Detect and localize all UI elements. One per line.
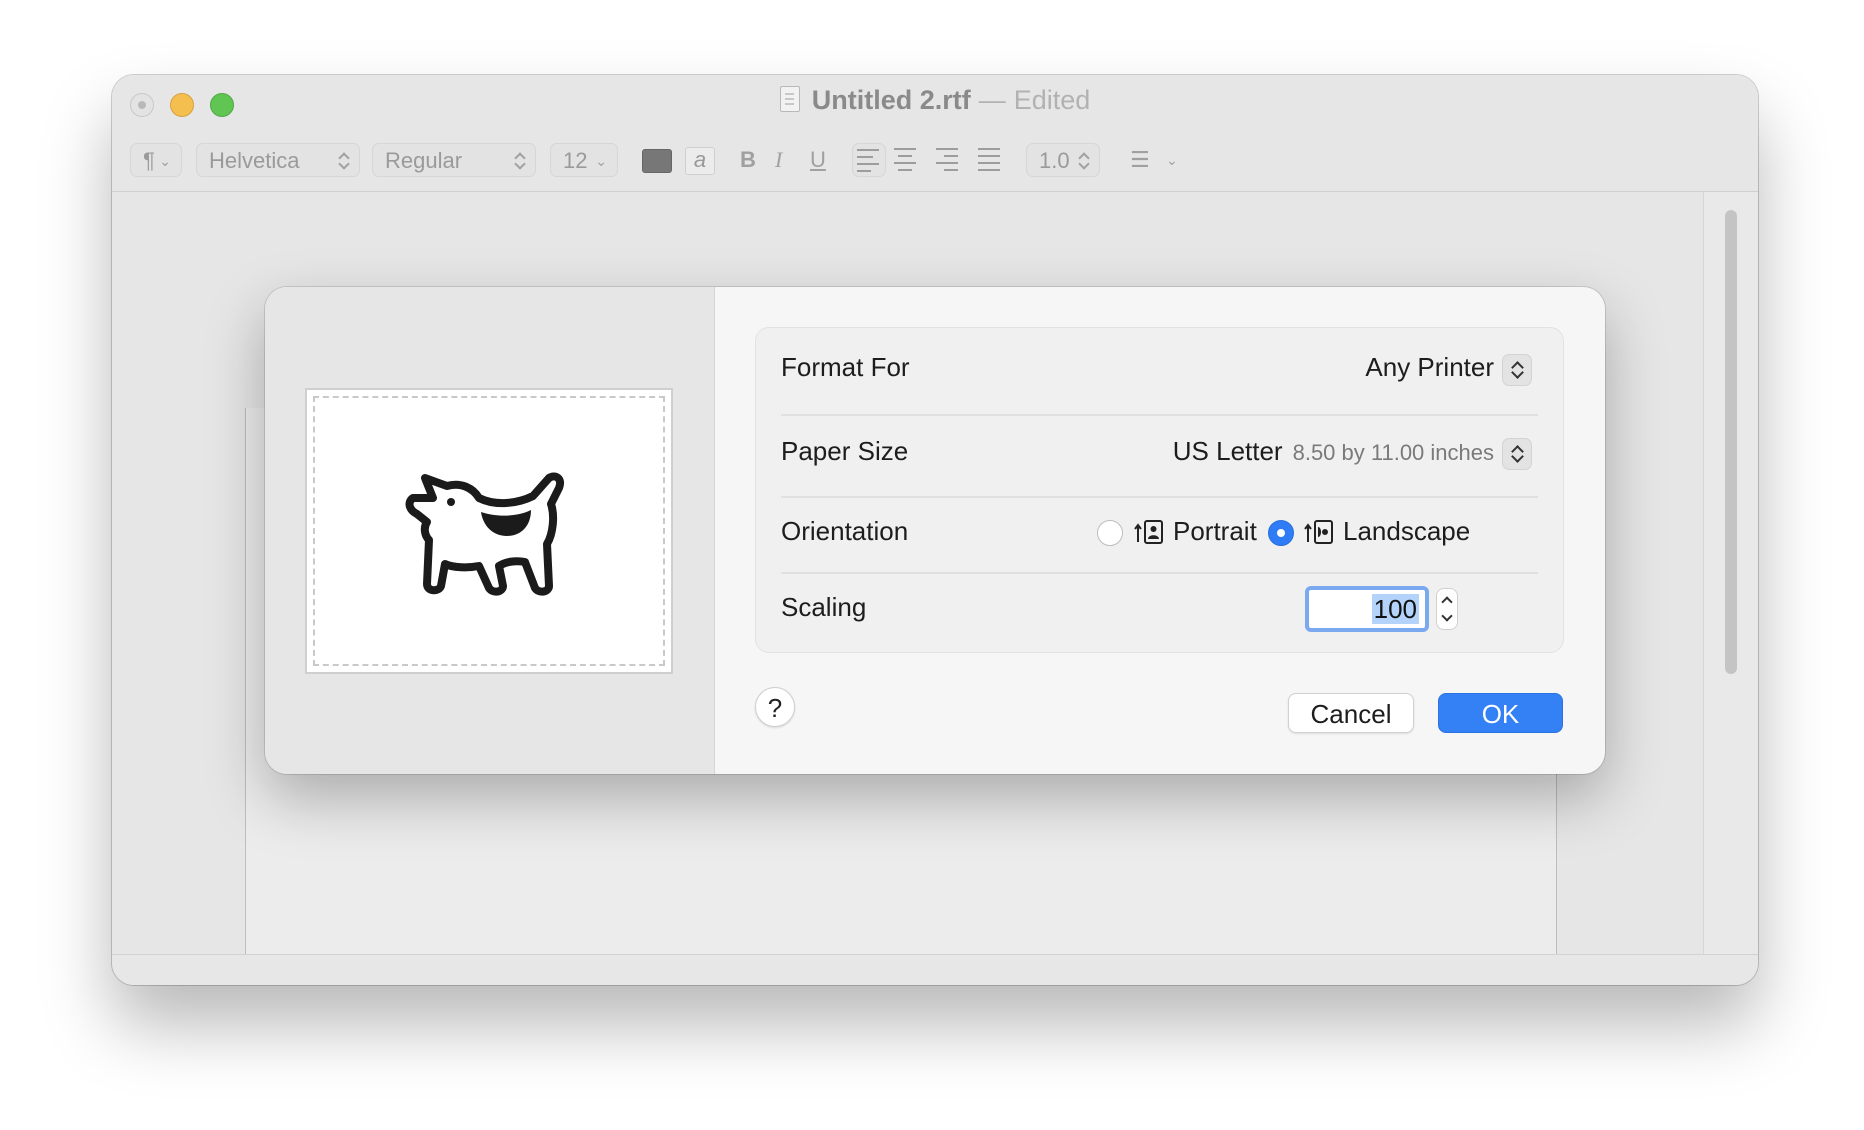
titlebar: Untitled 2.rtf — Edited ¶ ⌄ Helvetica Regu… xyxy=(112,75,1758,192)
list-bullets-icon[interactable]: ☰ xyxy=(1130,143,1150,177)
font-family-value: Helvetica xyxy=(209,148,300,173)
portrait-icon xyxy=(1134,520,1163,544)
preview-pane xyxy=(265,287,715,774)
font-size-popup[interactable]: 12 ⌄ xyxy=(550,143,618,177)
align-left-icon xyxy=(857,149,883,173)
paper-size-label: Paper Size xyxy=(781,436,909,466)
chevron-down-icon[interactable] xyxy=(1441,610,1453,622)
italic-button[interactable]: I xyxy=(775,143,782,177)
text-color-well[interactable] xyxy=(642,149,672,173)
font-style-popup[interactable]: Regular xyxy=(372,143,536,177)
font-style-value: Regular xyxy=(385,148,463,173)
orientation-row: Orientation Portrait Landscape xyxy=(781,498,1538,574)
ok-button[interactable]: OK xyxy=(1438,693,1563,733)
vertical-scrollbar[interactable] xyxy=(1703,192,1758,955)
chevron-down-icon: ⌄ xyxy=(595,153,607,169)
paper-size-value: US Letter xyxy=(1172,436,1283,466)
paragraph-styles-popup[interactable]: ¶ ⌄ xyxy=(130,143,182,177)
format-for-label: Format For xyxy=(781,352,910,382)
scaling-input[interactable]: 100 xyxy=(1305,586,1429,632)
updown-chevron-icon[interactable] xyxy=(1502,354,1532,386)
font-family-popup[interactable]: Helvetica xyxy=(196,143,360,177)
align-left-button[interactable] xyxy=(852,143,886,177)
format-for-value: Any Printer xyxy=(1365,352,1494,382)
font-size-value: 12 xyxy=(563,148,588,173)
edited-status: Edited xyxy=(1013,85,1091,115)
scaling-label: Scaling xyxy=(781,592,867,622)
format-for-popup[interactable]: Any Printer xyxy=(1365,352,1494,383)
format-for-row: Format For Any Printer xyxy=(781,328,1538,416)
updown-chevron-icon xyxy=(1079,151,1089,171)
chevron-down-icon: ⌄ xyxy=(159,153,171,169)
landscape-label[interactable]: Landscape xyxy=(1343,516,1470,547)
scaling-stepper[interactable] xyxy=(1436,588,1458,630)
paper-size-row: Paper Size US Letter 8.50 by 11.00 inches xyxy=(781,416,1538,498)
paragraph-icon: ¶ xyxy=(143,148,155,173)
scaling-row: Scaling 100 xyxy=(781,574,1538,652)
help-button[interactable]: ? xyxy=(755,687,795,727)
line-spacing-value: 1.0 xyxy=(1039,148,1070,173)
updown-chevron-icon xyxy=(339,151,349,171)
bottom-bar xyxy=(112,954,1758,985)
align-right-icon[interactable] xyxy=(936,148,962,172)
cancel-button[interactable]: Cancel xyxy=(1288,693,1414,733)
justify-icon[interactable] xyxy=(978,148,1004,172)
window-title-text: Untitled 2.rtf xyxy=(811,85,971,115)
window-title: Untitled 2.rtf — Edited xyxy=(112,85,1758,116)
document-icon xyxy=(779,86,800,112)
paper-preview xyxy=(305,388,673,674)
line-spacing-popup[interactable]: 1.0 xyxy=(1026,143,1100,177)
title-separator: — xyxy=(978,85,1006,115)
bold-button[interactable]: B xyxy=(740,143,756,177)
dogcow-icon xyxy=(405,472,564,596)
highlight-color-icon[interactable]: a xyxy=(685,147,715,175)
settings-group: Format For Any Printer Paper Size US Let… xyxy=(755,327,1564,653)
format-toolbar: ¶ ⌄ Helvetica Regular 12 ⌄ a B I U 1.0 ☰… xyxy=(130,143,1758,179)
chevron-up-icon[interactable] xyxy=(1441,596,1453,608)
chevron-down-icon[interactable]: ⌄ xyxy=(1166,143,1178,177)
page-setup-dialog: Format For Any Printer Paper Size US Let… xyxy=(265,287,1605,774)
paper-size-detail: 8.50 by 11.00 inches xyxy=(1292,440,1494,465)
orientation-label: Orientation xyxy=(781,516,909,546)
updown-chevron-icon xyxy=(515,151,525,171)
portrait-radio[interactable] xyxy=(1097,520,1123,546)
underline-button[interactable]: U xyxy=(810,143,826,177)
paper-size-popup[interactable]: US Letter 8.50 by 11.00 inches xyxy=(1173,436,1494,467)
scaling-value: 100 xyxy=(1371,594,1419,624)
portrait-label[interactable]: Portrait xyxy=(1173,516,1257,547)
landscape-radio[interactable] xyxy=(1268,520,1294,546)
updown-chevron-icon[interactable] xyxy=(1502,438,1532,470)
landscape-icon xyxy=(1304,520,1333,544)
align-center-icon[interactable] xyxy=(894,148,920,172)
scrollbar-thumb[interactable] xyxy=(1725,210,1737,674)
